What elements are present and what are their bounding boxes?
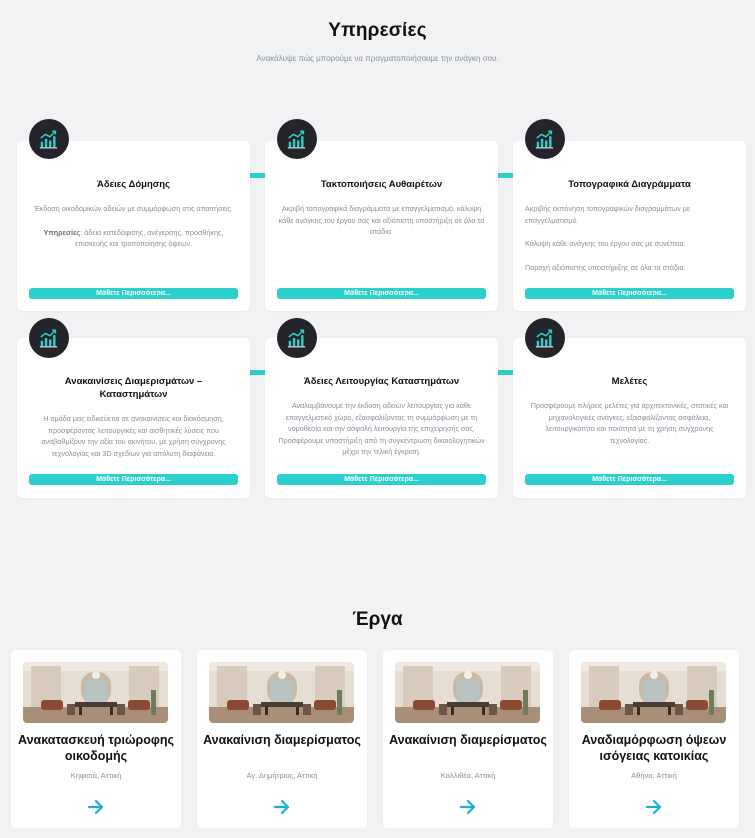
service-card-unauthorized-settlements: Τακτοποιήσεις Αυθαιρέτων Ακριβή τοπογραφ… xyxy=(265,119,498,311)
service-card-title: Άδειες Δόμησης xyxy=(97,179,170,190)
service-card-title: Τοπογραφικά Διαγράμματα xyxy=(568,179,691,190)
service-card-renovations: Ανακαινίσεις Διαμερισμάτων – Καταστημάτω… xyxy=(17,318,250,498)
service-card-body: Η ομάδα μας ειδικεύεται σε ανακαινίσεις … xyxy=(41,414,226,458)
project-image xyxy=(581,662,726,723)
service-card-studies: Μελέτες Προσφέρουμε πλήρεις μελέτες για … xyxy=(513,318,746,498)
arrow-right-icon[interactable] xyxy=(459,799,477,815)
projects-title: Έργα xyxy=(352,609,403,630)
project-title: Ανακαίνιση διαμερίσματος xyxy=(389,733,547,747)
service-card-store-licenses: Άδειες Λειτουργίας Καταστημάτων Αναλαμβά… xyxy=(265,318,498,498)
connector xyxy=(498,370,513,375)
learn-more-button[interactable]: Μάθετε Περισσότερα... xyxy=(525,288,734,299)
service-card-strong: Υπηρεσίες xyxy=(43,227,81,237)
project-image xyxy=(209,662,354,723)
arrow-right-icon[interactable] xyxy=(645,799,663,815)
learn-more-button[interactable]: Μάθετε Περισσότερα... xyxy=(525,474,734,485)
arrow-right-icon[interactable] xyxy=(273,799,291,815)
project-title: Ανακαίνιση διαμερίσματος xyxy=(203,733,361,747)
connector xyxy=(250,370,265,375)
service-card-body: Ακριβή τοπογραφικά διαγράμματα με επαγγε… xyxy=(278,204,485,236)
project-image xyxy=(23,662,168,723)
service-card-body: Ακριβής εκπόνηση τοπογραφικών διαγραμμάτ… xyxy=(525,203,734,285)
chart-growth-icon xyxy=(29,119,69,159)
services-subtitle: Ανακάλυψε πώς μπορούμε να πραγματοποιήσο… xyxy=(256,54,499,63)
connector xyxy=(498,173,513,178)
project-card[interactable]: Αναδιαμόρφωση όψεων ισόγειας κατοικίας Α… xyxy=(569,650,739,828)
learn-more-button[interactable]: Μάθετε Περισσότερα... xyxy=(277,288,486,299)
chart-growth-icon xyxy=(277,119,317,159)
chart-growth-icon xyxy=(29,318,69,358)
project-title: Ανακατασκευή τριώροφης οικοδομής xyxy=(18,733,174,763)
service-card-text: Κάλυψη κάθε ανάγκης του έργου σας με συν… xyxy=(525,239,686,248)
project-image xyxy=(395,662,540,723)
service-card-body: Έκδοση οικοδομικών αδειών με συμμόρφωση … xyxy=(29,203,238,262)
service-card-building-permits: Άδειες Δόμησης Έκδοση οικοδομικών αδειών… xyxy=(17,119,250,311)
project-card[interactable]: Ανακαίνιση διαμερίσματος Καλλιθέα, Αττικ… xyxy=(383,650,553,828)
arrow-right-icon[interactable] xyxy=(87,799,105,815)
service-card-text: : άδεια κατεδάφισης, ανέγερσης, προσθήκη… xyxy=(74,227,224,249)
connector xyxy=(250,173,265,178)
project-card[interactable]: Ανακαίνιση διαμερίσματος Αγ. Δημήτριος, … xyxy=(197,650,367,828)
service-card-text: Παροχή αξιόπιστης υποστήριξης σε όλα τα … xyxy=(525,262,686,272)
learn-more-button[interactable]: Μάθετε Περισσότερα... xyxy=(29,288,238,299)
service-card-title: Μελέτες xyxy=(611,376,648,387)
service-card-topographic: Τοπογραφικά Διαγράμματα Ακριβής εκπόνηση… xyxy=(513,119,746,311)
project-location: Αθήνα, Αττική xyxy=(631,771,677,780)
service-card-title: Τακτοποιήσεις Αυθαιρέτων xyxy=(320,179,443,190)
service-card-text: Υπηρεσίες: άδεια κατεδάφισης, ανέγερσης,… xyxy=(29,227,238,250)
project-location: Καλλιθέα, Αττική xyxy=(440,771,496,780)
service-card-title: Ανακαινίσεις Διαμερισμάτων – Καταστημάτω… xyxy=(64,376,203,400)
service-card-title: Άδειες Λειτουργίας Καταστημάτων xyxy=(303,376,460,387)
services-title: Υπηρεσίες xyxy=(328,20,427,41)
chart-growth-icon xyxy=(525,119,565,159)
learn-more-button[interactable]: Μάθετε Περισσότερα... xyxy=(277,474,486,485)
chart-growth-icon xyxy=(525,318,565,358)
learn-more-button[interactable]: Μάθετε Περισσότερα... xyxy=(29,474,238,485)
project-title: Αναδιαμόρφωση όψεων ισόγειας κατοικίας xyxy=(581,733,727,763)
project-location: Κηφισιά, Αττική xyxy=(70,771,122,780)
service-card-text: Ακριβής εκπόνηση τοπογραφικών διαγραμμάτ… xyxy=(525,204,691,225)
service-card-body: Προσφέρουμε πλήρεις μελέτες για αρχιτεκτ… xyxy=(530,401,729,445)
project-card[interactable]: Ανακατασκευή τριώροφης οικοδομής Κηφισιά… xyxy=(11,650,181,828)
service-card-text: Έκδοση οικοδομικών αδειών με συμμόρφωση … xyxy=(34,204,233,213)
project-location: Αγ. Δημήτριος, Αττική xyxy=(246,771,318,780)
service-card-body: Αναλαμβάνουμε την έκδοση αδειών λειτουργ… xyxy=(278,401,485,456)
chart-growth-icon xyxy=(277,318,317,358)
